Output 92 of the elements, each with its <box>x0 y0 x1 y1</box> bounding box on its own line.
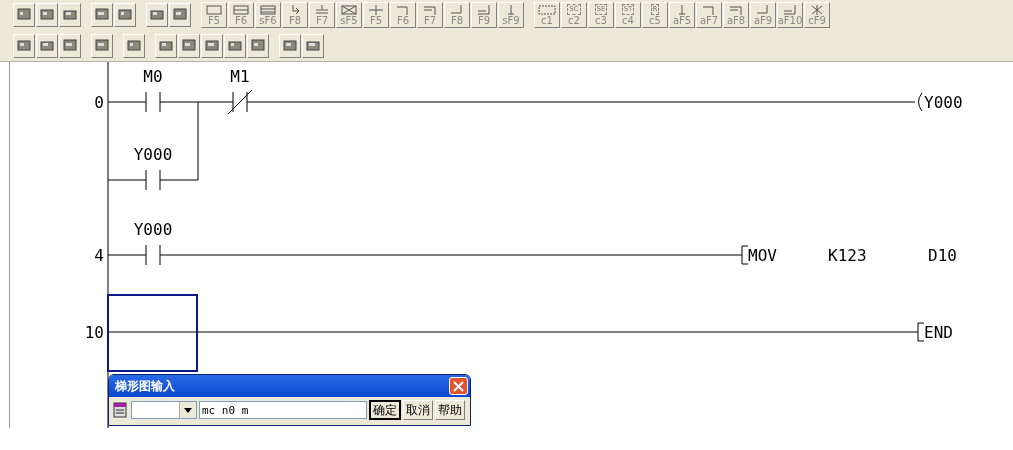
tool-icon <box>173 8 187 23</box>
instruction-operand: END <box>924 323 953 342</box>
function-key-button[interactable]: aF10 <box>777 2 803 29</box>
tool-icon <box>228 38 242 53</box>
device-label: M0 <box>143 67 163 86</box>
rung-wire <box>107 101 147 103</box>
coil-label: Y000 <box>924 93 963 112</box>
ladder-symbol-icon <box>366 5 386 16</box>
function-key-button[interactable]: sF9 <box>498 2 524 29</box>
rung-wire <box>107 254 147 256</box>
tool-icon <box>150 8 164 23</box>
toolbar-button[interactable] <box>59 33 81 58</box>
close-button[interactable] <box>449 377 468 395</box>
function-key-button[interactable]: F5 <box>363 2 389 29</box>
tool-icon <box>118 8 132 23</box>
tool-icon <box>63 38 77 53</box>
instruction-operand: MOV <box>748 246 777 265</box>
toolbar-button[interactable] <box>123 33 145 58</box>
tool-icon <box>63 8 77 23</box>
instruction-bracket <box>917 322 925 342</box>
toolbar-button[interactable] <box>201 33 223 58</box>
function-key-button[interactable]: sF6 <box>255 2 281 29</box>
ladder-symbol-icon <box>679 5 685 16</box>
tool-icon <box>95 8 109 23</box>
coil-symbol <box>918 92 923 112</box>
tool-icon <box>283 38 297 53</box>
tool-icon <box>95 38 109 53</box>
function-key-button[interactable]: cF9 <box>804 2 830 29</box>
instruction-operand: K123 <box>828 246 867 265</box>
tool-icon <box>182 38 196 53</box>
tool-icon <box>159 38 173 53</box>
toolbar-button[interactable] <box>146 3 168 28</box>
ladder-symbol-icon <box>537 5 557 16</box>
toolbar-button[interactable] <box>13 33 35 58</box>
dialog-button[interactable]: 确定 <box>369 400 401 420</box>
tool-icon <box>17 38 31 53</box>
function-key-button[interactable]: aF9 <box>750 2 776 29</box>
toolbar-button[interactable] <box>169 3 191 28</box>
function-key-button[interactable]: F9 <box>471 2 497 29</box>
function-key-button[interactable]: F7 <box>417 2 443 29</box>
ladder-symbol-icon <box>204 5 224 16</box>
instruction-bracket <box>741 245 749 265</box>
function-key-button[interactable]: F7 <box>309 2 335 29</box>
tool-icon <box>17 8 31 23</box>
toolbar-button[interactable] <box>36 33 58 58</box>
dialog-title: 梯形图输入 <box>115 377 175 395</box>
toolbar-button[interactable] <box>224 33 246 58</box>
toolbar-button[interactable] <box>91 33 113 58</box>
function-key-button[interactable]: F6 <box>228 2 254 29</box>
ladder-symbol-icon <box>258 5 278 16</box>
close-icon <box>453 380 464 392</box>
tool-icon <box>251 38 265 53</box>
dialog-button[interactable]: 取消 <box>403 400 433 420</box>
function-key-button[interactable]: aF7 <box>696 2 722 29</box>
tool-icon <box>127 38 141 53</box>
function-key-button[interactable]: c1 <box>534 2 560 29</box>
device-label: M1 <box>230 67 250 86</box>
function-key-button[interactable]: F6 <box>390 2 416 29</box>
dropdown-arrow-icon <box>184 407 192 413</box>
device-label: Y000 <box>133 220 173 239</box>
toolbar-button[interactable] <box>302 33 324 58</box>
tool-icon <box>205 38 219 53</box>
toolbar-button[interactable] <box>91 3 113 28</box>
ladder-symbol-icon <box>508 5 514 16</box>
step-number: 10 <box>84 323 104 342</box>
ladder-symbol-icon <box>339 5 359 16</box>
ladder-symbol-icon <box>231 5 251 16</box>
function-key-button[interactable]: sF5 <box>336 2 362 29</box>
function-key-button[interactable]: F5 <box>201 2 227 29</box>
tool-icon <box>40 38 54 53</box>
instruction-combo[interactable] <box>131 401 197 419</box>
ladder-input-icon[interactable] <box>111 401 129 419</box>
toolbar-button[interactable] <box>13 3 35 28</box>
function-key-button[interactable]: aF5 <box>669 2 695 29</box>
toolbar-button[interactable] <box>279 33 301 58</box>
tool-icon <box>40 8 54 23</box>
instruction-operand: D10 <box>928 246 957 265</box>
function-key-button[interactable]: aF8 <box>723 2 749 29</box>
toolbar-button[interactable] <box>114 3 136 28</box>
tool-icon <box>306 38 320 53</box>
toolbar-button[interactable] <box>36 3 58 28</box>
step-number: 4 <box>94 246 104 265</box>
step-number: 0 <box>94 93 104 112</box>
device-label: Y000 <box>133 145 173 164</box>
function-key-button[interactable]: F8 <box>444 2 470 29</box>
toolbar-button[interactable] <box>178 33 200 58</box>
dialog-button[interactable]: 帮助 <box>435 400 465 420</box>
instruction-input-field[interactable]: mc n0 m <box>199 401 367 419</box>
toolbar-button[interactable] <box>155 33 177 58</box>
toolbar-button[interactable] <box>247 33 269 58</box>
toolbar-button[interactable] <box>59 3 81 28</box>
function-key-button[interactable]: F8 <box>282 2 308 29</box>
